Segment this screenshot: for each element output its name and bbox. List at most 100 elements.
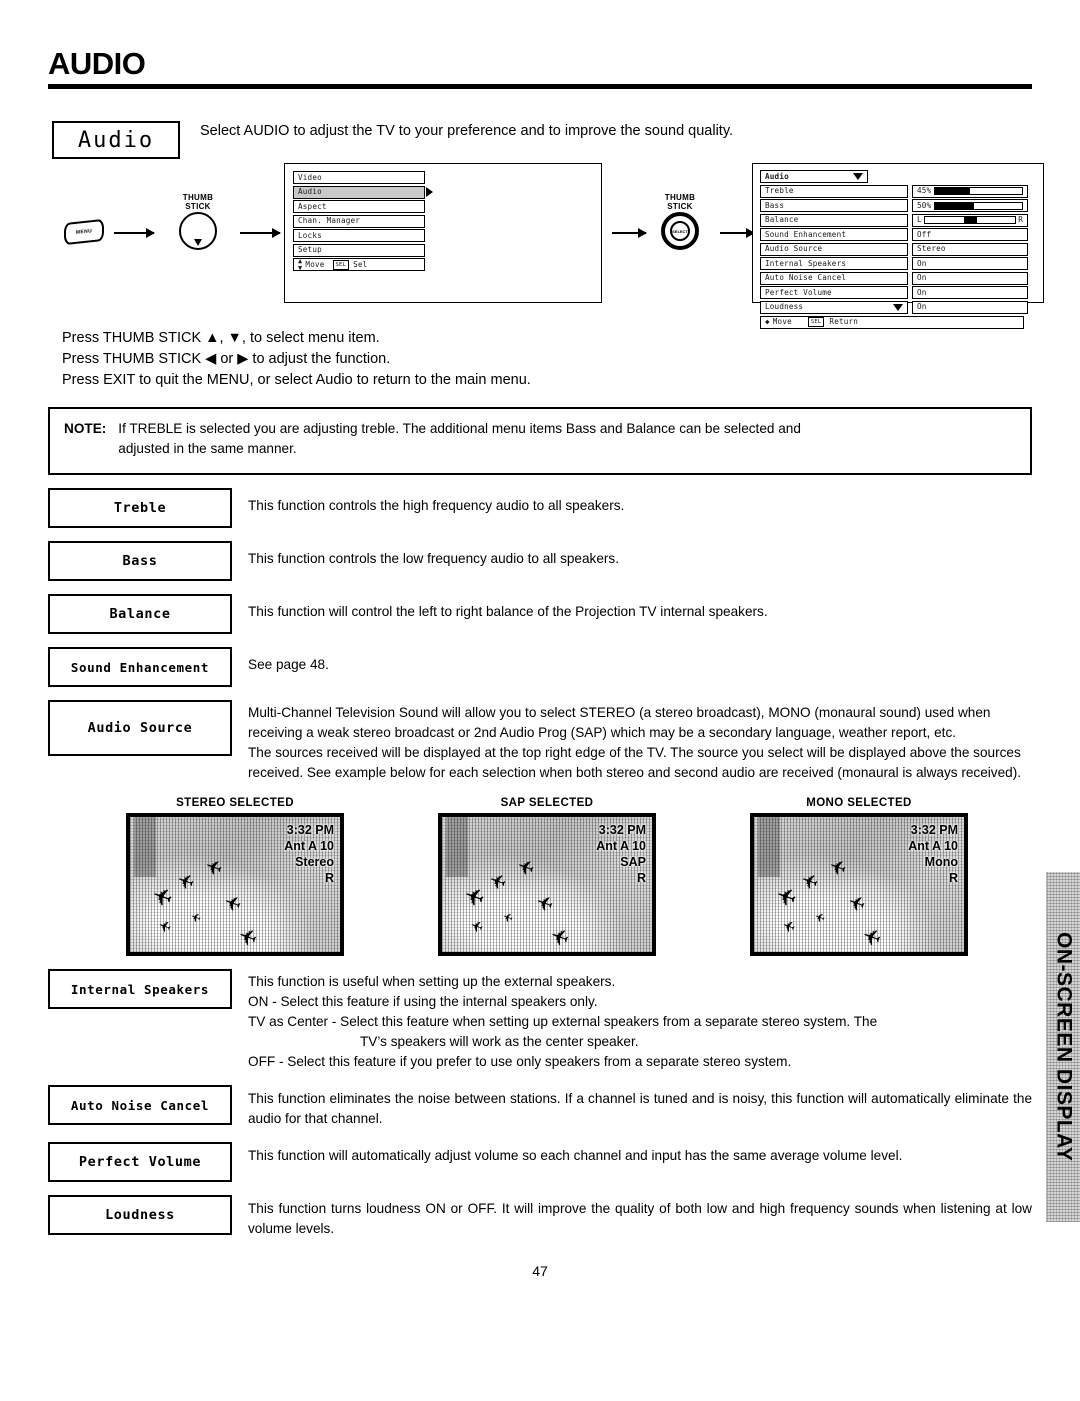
feature-balance-text: This function will control the left to r… — [248, 604, 768, 619]
chevron-down-icon — [893, 303, 903, 311]
audio-menu-value-balance[interactable]: LR — [912, 213, 1028, 227]
feature-auto-noise-cancel: Auto Noise Cancel This function eliminat… — [48, 1085, 1032, 1129]
internal-speakers-line-1: This function is useful when setting up … — [248, 974, 616, 989]
tv-osd-mono-audio: R — [948, 871, 958, 885]
page-title: AUDIO — [48, 46, 146, 81]
manual-page: AUDIO Audio Select AUDIO to adjust the T… — [0, 0, 1080, 1401]
audio-menu-row-sound-enhancement[interactable]: Sound Enhancement Off — [760, 228, 1036, 241]
audio-menu-value-auto-noise-cancel[interactable]: On — [912, 271, 1028, 285]
audio-menu-footer-move: Move — [772, 317, 792, 326]
feature-loudness-text: This function turns loudness ON or OFF. … — [248, 1201, 1032, 1236]
feature-auto-noise-cancel-label: Auto Noise Cancel — [48, 1085, 232, 1125]
feature-internal-speakers-label: Internal Speakers — [48, 969, 232, 1009]
balance-left-mark: L — [917, 215, 922, 224]
audio-menu-value-perfect-volume[interactable]: On — [912, 286, 1028, 299]
audio-menu-panel: Audio Treble 45% Bass 50% Balance L R Sound Enh… — [752, 163, 1044, 329]
feature-treble-label: Treble — [48, 488, 232, 528]
feature-internal-speakers: Internal Speakers This function is usefu… — [48, 969, 1032, 1072]
tv-examples-row: STEREO SELECTED 3:32 PM Ant A 10 Stereo … — [48, 797, 1032, 956]
audio-menu-row-internal-speakers[interactable]: Internal Speakers On — [760, 257, 1036, 270]
main-menu-item-label: Setup — [293, 243, 425, 257]
feature-internal-speakers-text: This function is useful when setting up … — [232, 969, 1032, 1072]
feature-perfect-volume-text: This function will automatically adjust … — [248, 1148, 903, 1163]
audio-menu-value-audio-source[interactable]: Stereo — [912, 242, 1028, 256]
audio-menu-row-audio-source[interactable]: Audio Source Stereo — [760, 242, 1036, 256]
audio-source-para-1: Multi-Channel Television Sound will allo… — [248, 705, 991, 740]
main-menu-item-label: Locks — [293, 229, 425, 242]
feature-audio-source: Audio Source Multi-Channel Television So… — [48, 700, 1032, 783]
thumbstick-2-dial-icon: SELECT — [661, 212, 699, 250]
audio-menu-label-treble: Treble — [760, 184, 908, 198]
main-menu-footer-cell: ▲ ▼ Move SEL Sel — [293, 256, 425, 272]
audio-menu-row-balance[interactable]: Balance L R — [760, 213, 1036, 227]
tv-screen-stereo: 3:32 PM Ant A 10 Stereo R — [126, 813, 344, 956]
main-menu-panel: Video Audio Aspect Chan. Manager Locks Setup ▲… — [284, 163, 602, 303]
audio-menu-label-sound-enhancement: Sound Enhancement — [760, 228, 908, 241]
audio-menu-label-audio-source: Audio Source — [760, 242, 908, 256]
tv-example-stereo-caption: STEREO SELECTED — [176, 797, 294, 809]
main-menu-item-label: Aspect — [293, 200, 425, 213]
audio-menu-row-treble[interactable]: Treble 45% — [760, 184, 1036, 198]
tv-osd-sap: 3:32 PM Ant A 10 SAP R — [596, 822, 646, 886]
main-menu-footer: ▲ ▼ Move SEL Sel — [293, 256, 593, 272]
tv-osd-mono-time: 3:32 PM — [910, 823, 958, 837]
feature-balance: Balance This function will control the l… — [48, 594, 1032, 634]
feature-sound-enhancement: Sound Enhancement See page 48. — [48, 647, 1032, 687]
tv-example-mono-caption: MONO SELECTED — [806, 797, 912, 809]
menu-button-icon: MENU — [64, 218, 104, 246]
thumbstick-1-label-line2: STICK — [185, 202, 211, 211]
audio-menu-value-text-bass: 50% — [917, 200, 932, 210]
audio-menu-row-bass[interactable]: Bass 50% — [760, 199, 1036, 212]
slider-treble[interactable] — [934, 187, 1023, 195]
instructions-block: Press THUMB STICK ▲, ▼, to select menu i… — [48, 328, 1032, 391]
audio-menu-label-balance: Balance — [760, 213, 908, 227]
internal-speakers-line-2: ON - Select this feature if using the in… — [248, 994, 598, 1009]
tv-example-mono: MONO SELECTED 3:32 PM Ant A 10 Mono R — [750, 797, 968, 956]
feature-treble: Treble This function controls the high f… — [48, 488, 1032, 528]
tv-osd-sap-channel: Ant A 10 — [596, 839, 646, 853]
main-menu-item-setup[interactable]: Setup — [293, 243, 593, 257]
main-menu-item-audio[interactable]: Audio — [293, 185, 593, 199]
main-menu-item-aspect[interactable]: Aspect — [293, 200, 593, 213]
audio-menu-footer-return: Return — [829, 317, 859, 326]
slider-balance[interactable] — [923, 216, 1017, 224]
tv-osd-mono-mode: Mono — [924, 855, 958, 869]
updown-arrow-icon: ▲ ▼ — [298, 256, 303, 272]
feature-loudness-label: Loudness — [48, 1195, 232, 1235]
audio-menu-row-loudness[interactable]: Loudness On — [760, 300, 1036, 314]
main-menu-item-chan-manager[interactable]: Chan. Manager — [293, 214, 593, 228]
section-tab-label: ON-SCREEN DISPLAY — [1052, 932, 1076, 1162]
audio-menu-value-sound-enhancement[interactable]: Off — [912, 228, 1028, 241]
slider-bass[interactable] — [934, 201, 1023, 210]
thumbstick-1: THUMB STICK — [162, 193, 234, 250]
feature-sound-enhancement-text: See page 48. — [248, 657, 329, 672]
feature-audio-source-text: Multi-Channel Television Sound will allo… — [232, 700, 1032, 783]
audio-menu-label-perfect-volume: Perfect Volume — [760, 286, 908, 299]
audio-menu-value-bass[interactable]: 50% — [912, 199, 1028, 212]
audio-section-tag: Audio — [52, 121, 180, 159]
thumbstick-1-label-line1: THUMB — [182, 193, 214, 202]
tv-example-sap-caption: SAP SELECTED — [500, 797, 594, 809]
tv-screen-sap: 3:32 PM Ant A 10 SAP R — [438, 813, 656, 956]
tv-osd-sap-mode: SAP — [620, 855, 646, 869]
note-line-2: adjusted in the same manner. — [118, 441, 297, 456]
main-menu-item-locks[interactable]: Locks — [293, 229, 593, 242]
main-menu-item-video[interactable]: Video — [293, 171, 593, 184]
intro-description: Select AUDIO to adjust the TV to your pr… — [200, 123, 734, 139]
internal-speakers-line-3: TV as Center - Select this feature when … — [248, 1014, 878, 1029]
audio-menu-row-auto-noise-cancel[interactable]: Auto Noise Cancel On — [760, 271, 1036, 285]
tv-screen-mono: 3:32 PM Ant A 10 Mono R — [750, 813, 968, 956]
main-menu-footer-move: Move — [305, 259, 325, 269]
instruction-line-1: Press THUMB STICK ▲, ▼, to select menu i… — [62, 330, 380, 346]
note-line-1: If TREBLE is selected you are adjusting … — [118, 421, 801, 436]
audio-menu-value-internal-speakers[interactable]: On — [912, 257, 1028, 270]
audio-menu-row-perfect-volume[interactable]: Perfect Volume On — [760, 286, 1036, 299]
audio-menu-value-loudness[interactable]: On — [912, 300, 1028, 314]
caret-right-icon — [426, 187, 433, 197]
tv-example-sap: SAP SELECTED 3:32 PM Ant A 10 SAP R — [438, 797, 656, 956]
audio-menu-value-treble[interactable]: 45% — [912, 184, 1028, 198]
audio-menu-label-bass: Bass — [760, 199, 908, 212]
note-box: NOTE: If TREBLE is selected you are adju… — [48, 407, 1032, 475]
title-divider — [48, 84, 1032, 89]
tv-osd-stereo-time: 3:32 PM — [286, 823, 334, 837]
